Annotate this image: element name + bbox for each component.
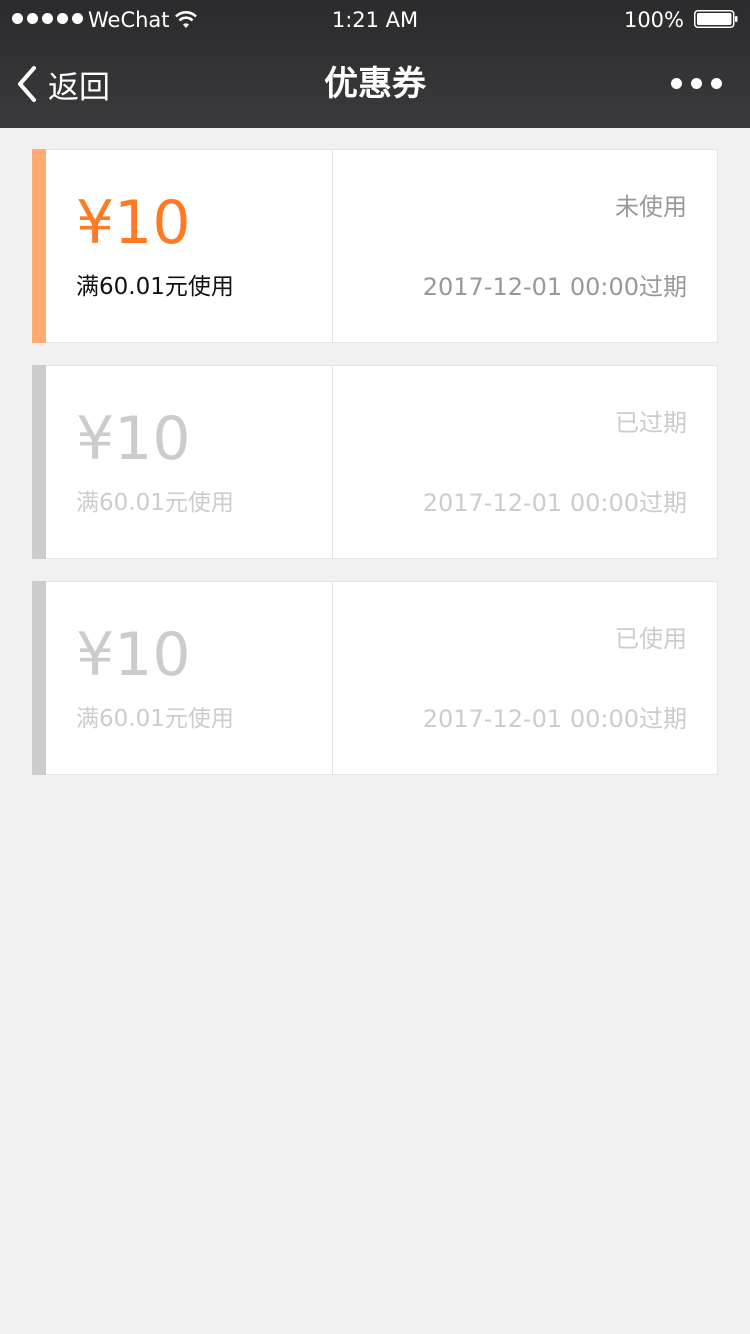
coupon-status: 已使用 — [615, 625, 687, 653]
coupon-card[interactable]: ¥10 满60.01元使用 已使用 2017-12-01 00:00过期 — [32, 581, 718, 775]
coupon-status: 未使用 — [615, 193, 687, 221]
coupon-expiry: 2017-12-01 00:00过期 — [422, 273, 687, 301]
coupon-info-section: 未使用 2017-12-01 00:00过期 — [333, 149, 718, 343]
coupon-stripe — [32, 581, 46, 775]
coupon-amount: ¥10 — [76, 188, 191, 258]
coupon-amount: ¥10 — [76, 620, 191, 690]
coupon-stripe — [32, 149, 46, 343]
coupon-stripe — [32, 365, 46, 559]
more-options-button[interactable] — [669, 76, 724, 91]
coupon-list: ¥10 满60.01元使用 未使用 2017-12-01 00:00过期 ¥10… — [32, 149, 718, 797]
coupon-condition: 满60.01元使用 — [76, 274, 234, 300]
coupon-card[interactable]: ¥10 满60.01元使用 未使用 2017-12-01 00:00过期 — [32, 149, 718, 343]
app-header: WeChat 1:21 AM 100% 返回 优惠券 — [0, 0, 750, 128]
coupon-value-section: ¥10 满60.01元使用 — [46, 581, 333, 775]
coupon-expiry: 2017-12-01 00:00过期 — [422, 489, 687, 517]
coupon-info-section: 已使用 2017-12-01 00:00过期 — [333, 581, 718, 775]
page-title: 优惠券 — [324, 64, 426, 104]
coupon-info-section: 已过期 2017-12-01 00:00过期 — [333, 365, 718, 559]
coupon-expiry: 2017-12-01 00:00过期 — [422, 705, 687, 733]
battery-percentage: 100% — [623, 8, 684, 32]
coupon-value-section: ¥10 满60.01元使用 — [46, 365, 333, 559]
coupon-amount: ¥10 — [76, 404, 191, 474]
battery-icon — [694, 10, 738, 28]
coupon-card[interactable]: ¥10 满60.01元使用 已过期 2017-12-01 00:00过期 — [32, 365, 718, 559]
coupon-condition: 满60.01元使用 — [76, 706, 234, 732]
more-icon — [671, 78, 682, 89]
coupon-status: 已过期 — [615, 409, 687, 437]
status-bar: WeChat 1:21 AM 100% — [0, 0, 750, 40]
coupon-value-section: ¥10 满60.01元使用 — [46, 149, 333, 343]
coupon-condition: 满60.01元使用 — [76, 490, 234, 516]
